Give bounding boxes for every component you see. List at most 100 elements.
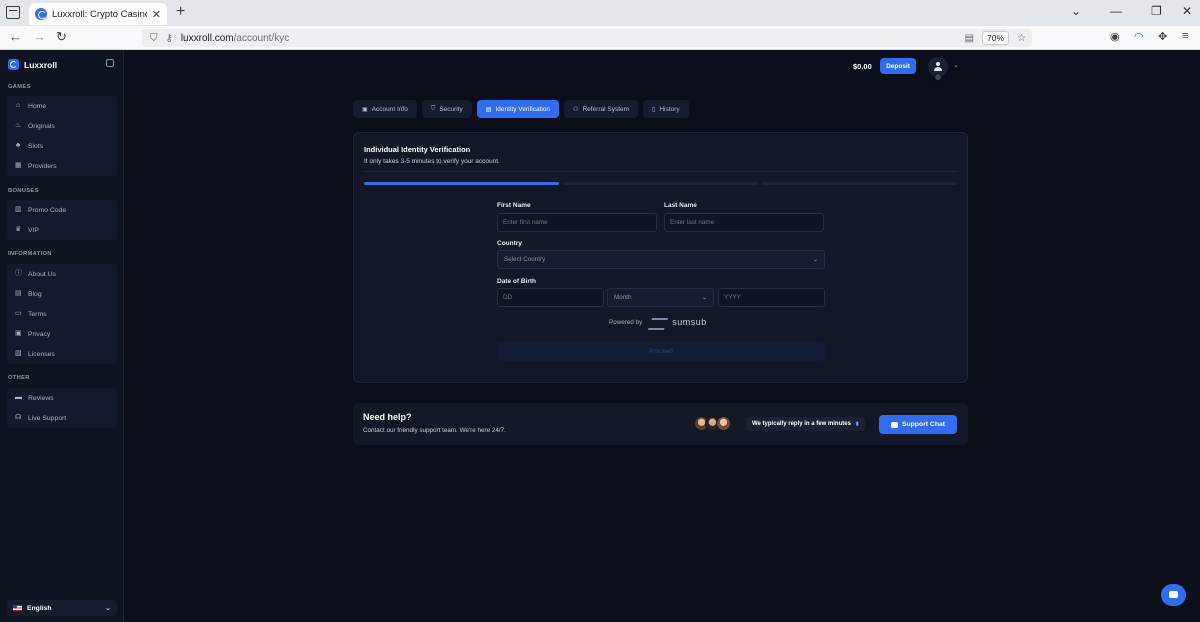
menu-icon[interactable]: ≡ [1182,30,1188,42]
account-icon[interactable]: ◉ [1110,30,1120,43]
sidebar-item-providers[interactable]: ▦ Providers [7,156,117,176]
vpn-icon[interactable]: ◠ [1134,30,1144,43]
extensions-icon[interactable]: ✥ [1158,30,1167,43]
bookmark-star-icon[interactable]: ☆ [1017,33,1026,44]
section-information: INFORMATION [8,251,52,257]
account-tabs: ▣ Account Info ⛉ Security ▤ Identity Verifi… [353,100,689,118]
crown-icon: ♛ [15,226,22,233]
collapse-sidebar-icon[interactable] [106,59,114,67]
country-select[interactable]: Select Country ⌄ [497,250,825,269]
sidebar-item-home[interactable]: ⌂ Home [7,96,117,116]
browser-tab-bar: Luxxroll: Crypto Casino Games ✕ + ⌄ — ❐ … [0,0,1200,26]
browser-tab[interactable]: Luxxroll: Crypto Casino Games ✕ [29,3,167,25]
last-name-label: Last Name [664,202,697,209]
vip-badge-icon [934,73,942,81]
tab-security[interactable]: ⛉ Security [421,100,472,118]
chevron-down-icon: ⌄ [812,257,818,263]
browser-tab-title: Luxxroll: Crypto Casino Games [52,8,147,20]
sidebar: Luxxroll GAMES ⌂ Home ♨ Originals ♣ Slots ▦… [0,50,124,622]
language-selector[interactable]: English ⌄ [7,600,117,616]
tab-referral-system[interactable]: ⚇ Referral System [564,100,639,118]
help-subtitle: Contact our friendly support team. We're… [363,427,506,434]
close-tab-icon[interactable]: ✕ [152,8,161,21]
sidebar-item-slots[interactable]: ♣ Slots [7,136,117,156]
kyc-subtitle: It only takes 3-5 minutes to verify your… [364,158,500,165]
tab-account-info[interactable]: ▣ Account Info [353,100,417,118]
help-title: Need help? [363,412,412,422]
deposit-button[interactable]: Deposit [880,58,916,74]
zoom-level[interactable]: 70% [982,31,1010,45]
favicon-icon [35,8,47,20]
sidebar-item-privacy[interactable]: ▣ Privacy [7,324,117,344]
us-flag-icon [13,605,22,611]
logo[interactable]: Luxxroll [8,59,57,70]
key-icon[interactable]: ⚷ [166,33,173,44]
section-games: GAMES [8,84,31,90]
reply-time-badge: We typically reply in a few minutes ▮ [746,417,865,431]
minimize-icon[interactable]: — [1110,4,1122,18]
info-icon: ⓘ [15,270,22,277]
shield-icon[interactable]: ⛉ [150,33,158,44]
progress-step-1 [364,182,559,185]
tab-history[interactable]: ▯ History [643,100,689,118]
history-icon: ▯ [652,106,656,113]
day-field[interactable] [497,288,604,307]
sidebar-item-licenses[interactable]: ▧ Licenses [7,344,117,364]
new-tab-icon[interactable]: + [176,3,185,21]
sumsub-mark-icon [650,316,668,328]
back-icon[interactable]: ← [9,29,22,44]
license-icon: ▧ [15,350,22,357]
forward-icon[interactable]: → [33,29,46,44]
first-name-label: First Name [497,202,531,209]
divider [364,171,957,172]
close-window-icon[interactable]: ✕ [1182,4,1192,18]
flame-icon: ♨ [15,122,22,129]
proceed-button[interactable]: Proceed [497,342,825,361]
sidebar-item-reviews[interactable]: ▬ Reviews [7,388,117,408]
id-icon: ▤ [485,106,492,113]
year-field[interactable] [718,288,825,307]
support-chat-button[interactable]: Support Chat [879,415,957,434]
bonuses-nav: ▥ Promo Code ♛ VIP [7,200,117,240]
lock-icon: ▣ [15,330,22,337]
information-nav: ⓘ About Us ▤ Blog ▭ Terms ▣ Privacy ▧ License… [7,264,117,364]
last-name-field[interactable] [664,213,824,232]
tab-overview-icon[interactable] [6,6,20,19]
sidebar-item-promo-code[interactable]: ▥ Promo Code [7,200,117,220]
section-other: OTHER [8,375,30,381]
address-bar: ← → ↻ ⛉ ⚷ luxxroll.com/account/kyc ▤ 70%… [0,26,1200,50]
sidebar-item-about-us[interactable]: ⓘ About Us [7,264,117,284]
sidebar-item-live-support[interactable]: ☊ Live Support [7,408,117,428]
tab-list-chevron-icon[interactable]: ⌄ [1071,4,1081,18]
restore-icon[interactable]: ❐ [1151,4,1162,18]
support-agent-avatar [716,416,731,431]
logo-icon [8,59,19,70]
sidebar-item-vip[interactable]: ♛ VIP [7,220,117,240]
status-dot-icon: ▮ [855,421,859,427]
reader-view-icon[interactable]: ▤ [965,33,974,44]
sumsub-logo[interactable]: sumsub [650,316,707,328]
reload-icon[interactable]: ↻ [56,29,67,45]
user-menu-chevron-icon[interactable]: ⌄ [953,61,959,69]
chat-launcher-button[interactable] [1161,584,1186,606]
sidebar-item-blog[interactable]: ▤ Blog [7,284,117,304]
newspaper-icon: ▤ [15,290,22,297]
powered-by-sumsub: Powered by sumsub [609,316,707,328]
sidebar-item-terms[interactable]: ▭ Terms [7,304,117,324]
first-name-field[interactable] [497,213,657,232]
home-icon: ⌂ [15,102,21,109]
app: Luxxroll GAMES ⌂ Home ♨ Originals ♣ Slots ▦… [0,50,1200,622]
url-field[interactable]: ⛉ ⚷ luxxroll.com/account/kyc ▤ 70% ☆ [142,29,1032,47]
games-nav: ⌂ Home ♨ Originals ♣ Slots ▦ Providers [7,96,117,176]
sidebar-item-originals[interactable]: ♨ Originals [7,116,117,136]
chat-icon [890,421,898,428]
other-nav: ▬ Reviews ☊ Live Support [7,388,117,428]
headset-icon: ☊ [15,414,22,421]
users-icon: ⚇ [573,106,579,113]
month-select[interactable]: Month ⌄ [607,288,714,307]
kyc-title: Individual Identity Verification [364,145,471,154]
country-label: Country [497,240,522,247]
url-text[interactable]: luxxroll.com/account/kyc [181,33,289,44]
tab-identity-verification[interactable]: ▤ Identity Verification [476,100,560,118]
grid-icon: ▦ [15,162,22,169]
